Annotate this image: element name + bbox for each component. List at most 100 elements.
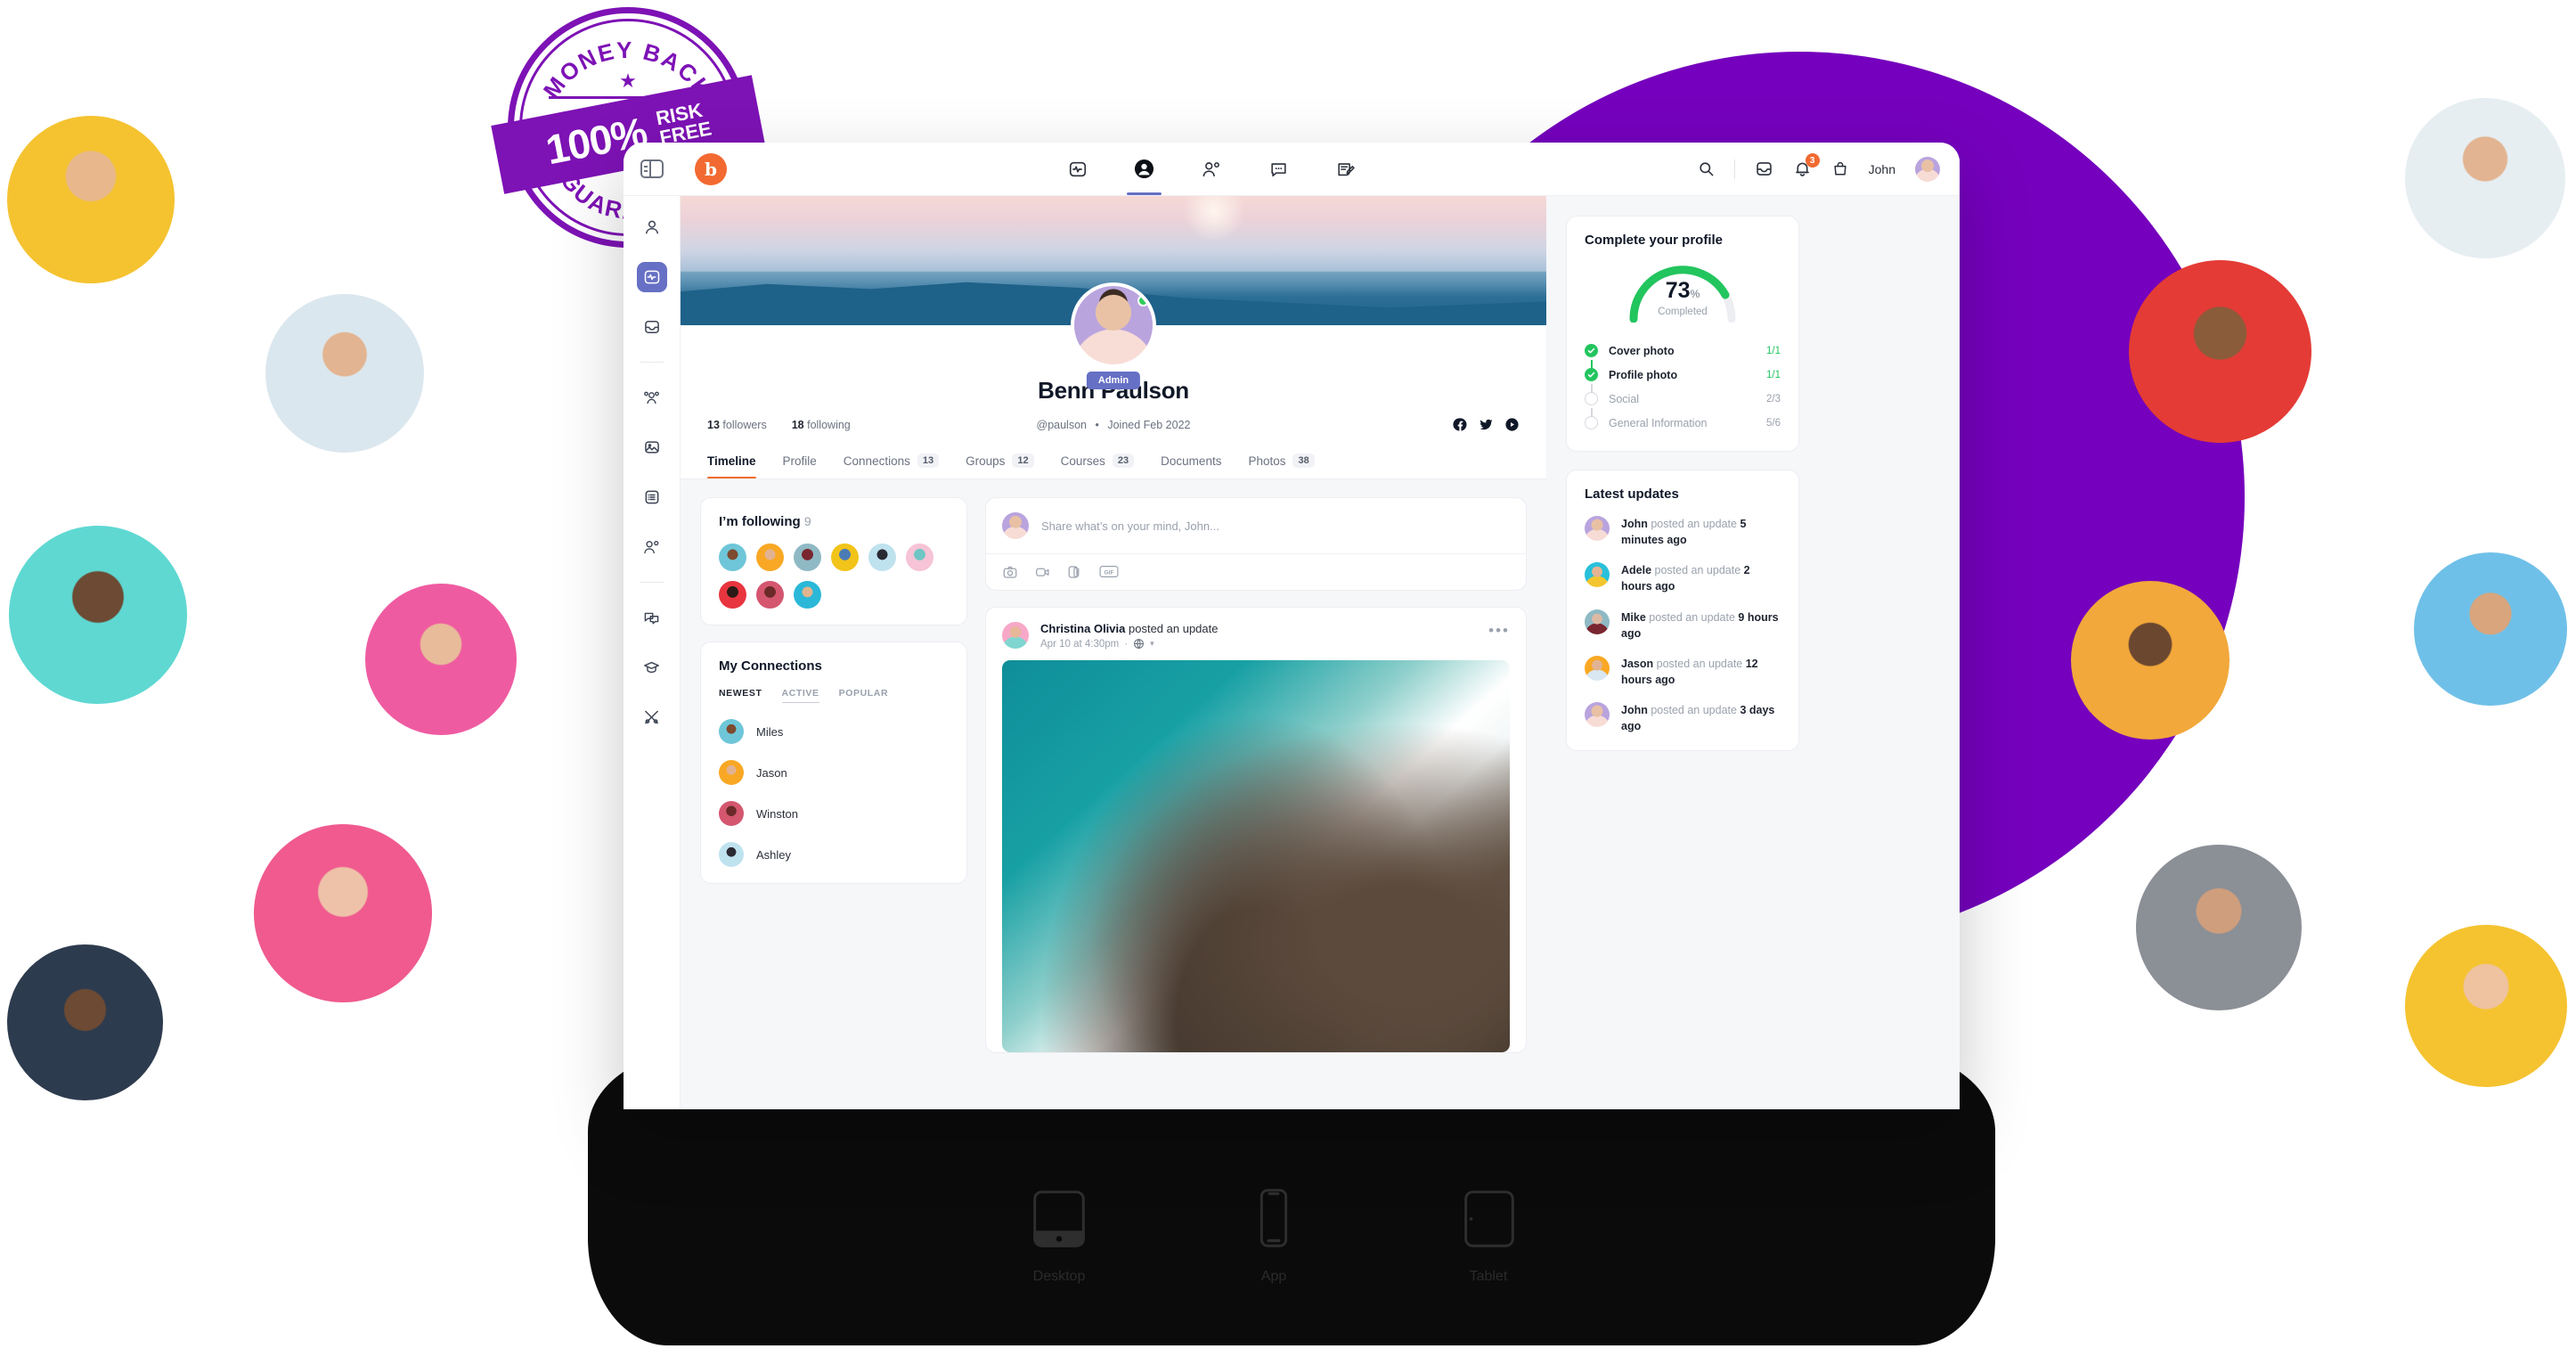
tab-timeline[interactable]: Timeline — [707, 447, 756, 478]
device-option-app[interactable]: App — [1239, 1185, 1308, 1285]
following-avatar[interactable] — [719, 544, 746, 571]
connections-filter-active[interactable]: ACTIVE — [781, 688, 819, 703]
sidebar-item-profile[interactable] — [637, 212, 667, 242]
sidebar-item-courses[interactable] — [637, 652, 667, 683]
profile-handle-joined: @paulson • Joined Feb 2022 — [1037, 419, 1191, 431]
connection-avatar — [719, 719, 744, 744]
connection-list-item[interactable]: Ashley — [719, 842, 949, 867]
post-privacy-caret[interactable]: ▾ — [1150, 639, 1154, 649]
connection-list-item[interactable]: Jason — [719, 760, 949, 785]
following-avatar[interactable] — [831, 544, 859, 571]
tab-profile[interactable]: Profile — [783, 447, 817, 478]
chat-icon — [1271, 162, 1286, 176]
twitter-icon[interactable] — [1479, 417, 1494, 432]
post-author-name[interactable]: Christina Olivia — [1040, 622, 1125, 635]
search-icon[interactable] — [1698, 160, 1715, 177]
sidebar-item-messages[interactable] — [637, 602, 667, 633]
sidebar-item-connections[interactable] — [637, 532, 667, 562]
nav-item-forums[interactable] — [1335, 143, 1356, 195]
following-avatar[interactable] — [756, 544, 784, 571]
update-item[interactable]: Adele posted an update 2 hours ago — [1585, 562, 1781, 594]
device-option-desktop[interactable]: Desktop — [1024, 1185, 1094, 1285]
inbox-icon[interactable] — [1755, 159, 1773, 178]
gif-icon[interactable]: GIF — [1099, 564, 1119, 579]
sidebar-item-documents[interactable] — [637, 482, 667, 512]
brand-logo[interactable]: b — [695, 152, 727, 185]
bg-avatar-8 — [2129, 260, 2311, 443]
followers-stat[interactable]: 13 followers — [707, 419, 767, 431]
tab-documents[interactable]: Documents — [1161, 447, 1221, 478]
connections-filter-popular[interactable]: POPULAR — [839, 688, 889, 703]
post-author-avatar[interactable] — [1002, 622, 1029, 649]
post-image[interactable] — [1002, 660, 1510, 1052]
cover-sun — [1182, 196, 1245, 242]
tab-courses-label: Courses — [1060, 454, 1105, 468]
sidebar-item-media[interactable] — [637, 432, 667, 462]
people-icon — [644, 541, 659, 554]
sidebar-item-settings[interactable] — [637, 702, 667, 732]
notifications-button[interactable]: 3 — [1793, 153, 1820, 178]
following-stat[interactable]: 18 following — [792, 419, 851, 431]
step-count: 5/6 — [1766, 417, 1781, 429]
youtube-icon[interactable] — [1504, 417, 1520, 432]
connection-list-item[interactable]: Miles — [719, 719, 949, 744]
following-avatar[interactable] — [756, 581, 784, 609]
following-avatar[interactable] — [794, 544, 821, 571]
globe-icon[interactable] — [1133, 638, 1145, 650]
tab-connections-count: 13 — [917, 454, 940, 468]
top-navigation-bar: b 3 John — [624, 143, 1960, 196]
sidebar-item-groups[interactable] — [637, 382, 667, 413]
completion-step-general-information[interactable]: General Information 5/6 — [1585, 411, 1781, 435]
user-icon — [645, 220, 658, 234]
current-user-name[interactable]: John — [1869, 162, 1895, 176]
sidebar-divider-1 — [640, 362, 664, 363]
video-icon[interactable] — [1034, 564, 1051, 580]
facebook-icon[interactable] — [1453, 417, 1468, 432]
post-more-button[interactable]: ••• — [1488, 622, 1510, 640]
completion-step-cover-photo[interactable]: Cover photo 1/1 — [1585, 339, 1781, 371]
profile-avatar[interactable] — [1071, 282, 1156, 368]
update-item[interactable]: John posted an update 3 days ago — [1585, 702, 1781, 734]
current-user-avatar[interactable] — [1915, 156, 1940, 182]
svg-text:GIF: GIF — [1105, 569, 1114, 576]
following-avatar[interactable] — [868, 544, 896, 571]
panel-toggle-button[interactable] — [624, 159, 681, 178]
completion-step-profile-photo[interactable]: Profile photo 1/1 — [1585, 363, 1781, 395]
following-avatar[interactable] — [794, 581, 821, 609]
camera-icon[interactable] — [1002, 564, 1018, 580]
bag-icon[interactable] — [1831, 159, 1849, 178]
nav-item-messages[interactable] — [1268, 143, 1289, 195]
following-avatar[interactable] — [719, 581, 746, 609]
bg-avatar-9 — [2071, 581, 2230, 740]
update-item[interactable]: Jason posted an update 12 hours ago — [1585, 655, 1781, 688]
image-icon — [644, 441, 659, 454]
update-action: posted an update — [1649, 610, 1735, 624]
social-links — [1453, 417, 1520, 432]
nav-item-profile[interactable] — [1127, 143, 1162, 195]
connections-filter-newest[interactable]: NEWEST — [719, 688, 762, 703]
nav-item-activity[interactable] — [1068, 143, 1088, 195]
following-count: 9 — [803, 514, 811, 528]
tab-documents-label: Documents — [1161, 454, 1222, 468]
device-option-tablet[interactable]: Tablet — [1454, 1185, 1523, 1285]
nav-item-members[interactable] — [1201, 143, 1222, 195]
following-avatar[interactable] — [906, 544, 933, 571]
connection-list-item[interactable]: Winston — [719, 801, 949, 826]
sidebar-item-activity[interactable] — [636, 262, 667, 292]
toolbar-divider — [1733, 159, 1735, 179]
content-area: Admin Benn Paulson 13 followers 18 follo… — [681, 196, 1960, 1109]
tab-groups[interactable]: Groups 12 — [966, 446, 1034, 478]
step-label: Social — [1609, 392, 1640, 405]
tab-photos[interactable]: Photos 38 — [1248, 446, 1315, 478]
sidebar-item-inbox[interactable] — [637, 312, 667, 342]
tab-groups-label: Groups — [966, 454, 1006, 468]
update-avatar — [1585, 562, 1610, 588]
completion-step-social[interactable]: Social 2/3 — [1585, 387, 1781, 419]
update-item[interactable]: Mike posted an update 9 hours ago — [1585, 609, 1781, 642]
attachment-icon[interactable] — [1067, 564, 1083, 580]
composer-input-row[interactable]: Share what’s on your mind, John... — [986, 498, 1526, 553]
tab-courses[interactable]: Courses 23 — [1061, 446, 1135, 478]
tab-connections[interactable]: Connections 13 — [844, 446, 940, 478]
update-item[interactable]: John posted an update 5 minutes ago — [1585, 516, 1781, 548]
connections-card-title: My Connections — [719, 658, 822, 674]
